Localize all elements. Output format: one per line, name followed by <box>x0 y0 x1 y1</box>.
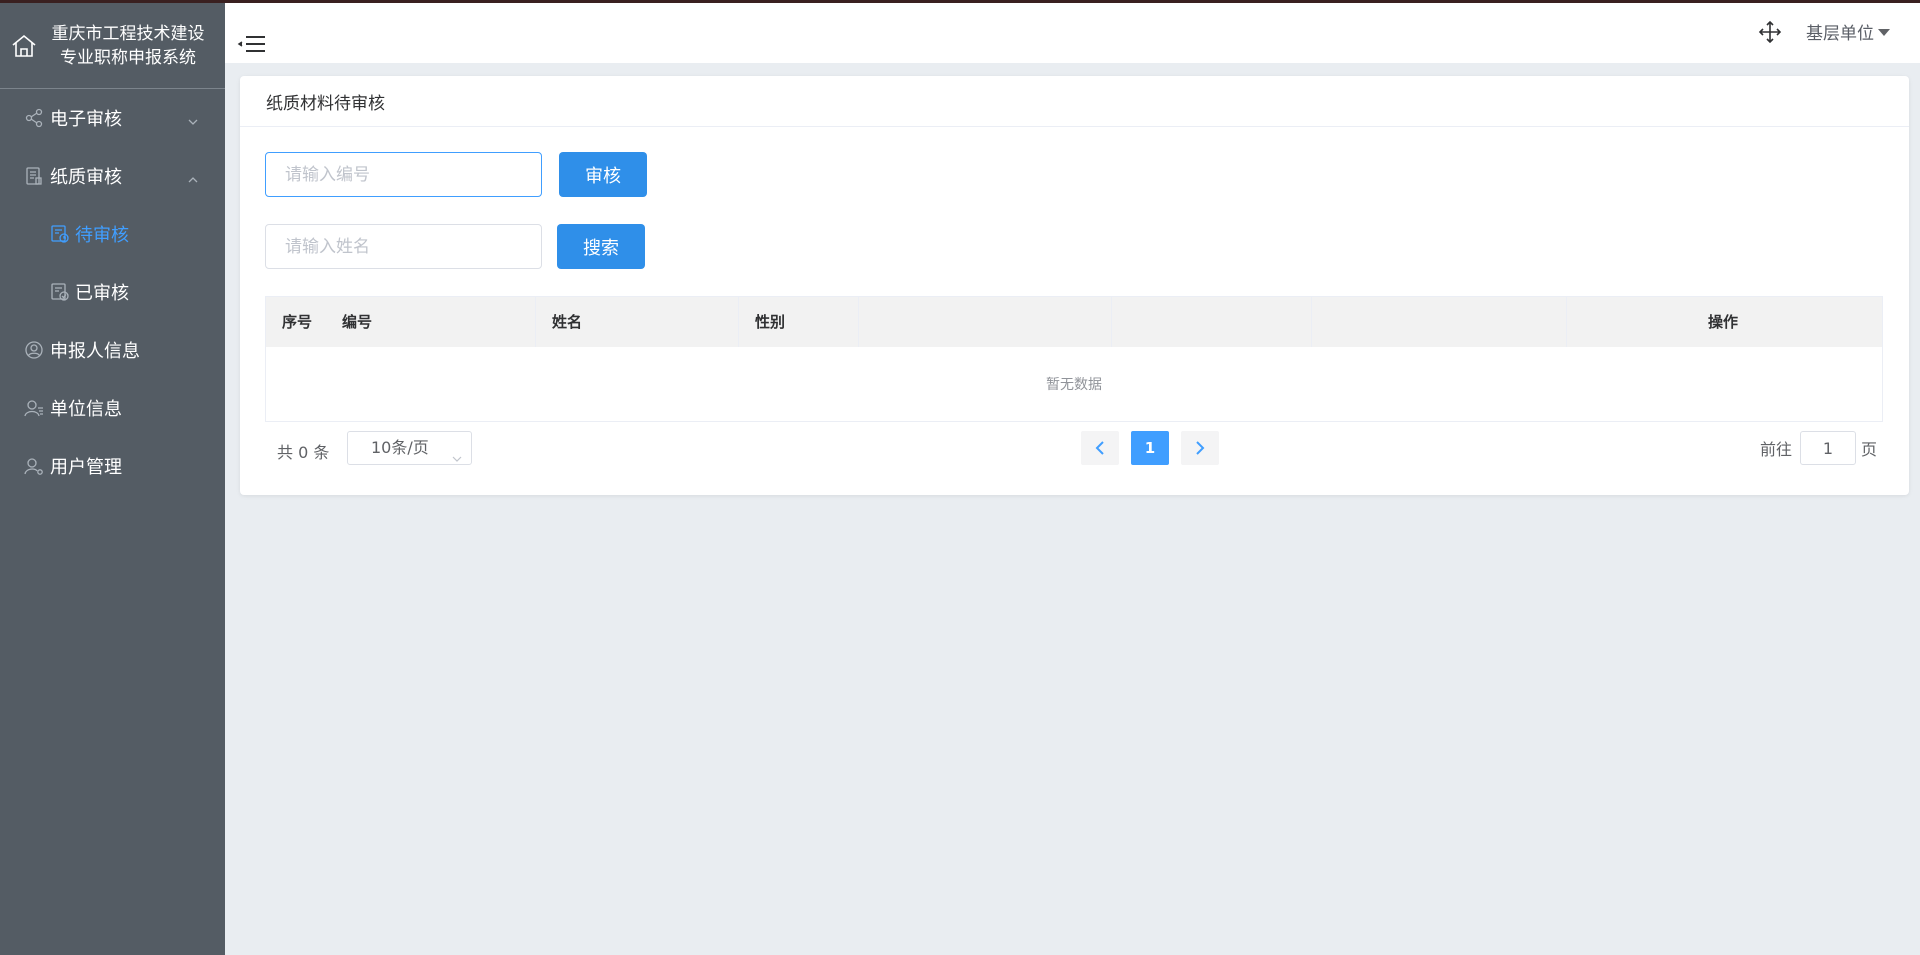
sidebar-item-label: 用户管理 <box>50 457 122 478</box>
home-icon[interactable] <box>10 32 38 60</box>
sidebar-item-label: 单位信息 <box>50 399 122 420</box>
sidebar-item-label: 申报人信息 <box>50 341 140 362</box>
chevron-right-icon <box>1196 441 1205 455</box>
goto-page: 前往 页 <box>1760 431 1877 465</box>
page-size-select[interactable]: 10条/页 <box>347 431 472 465</box>
header-actions: 基层单位 <box>1758 19 1890 44</box>
share-nodes-icon <box>24 108 44 128</box>
sidebar-item-paper-review[interactable]: 纸质审核 <box>0 147 225 205</box>
brand: 重庆市工程技术建设专业职称申报系统 <box>0 3 225 89</box>
sidebar-item-user-management[interactable]: 用户管理 <box>0 437 225 495</box>
name-input[interactable] <box>265 224 542 269</box>
goto-suffix: 页 <box>1860 440 1877 459</box>
sidebar: 重庆市工程技术建设专业职称申报系统 电子审核 纸质审核 待审核 已审核 申报人信… <box>0 3 225 955</box>
column-header-name: 姓名 <box>536 297 739 347</box>
chevron-up-icon <box>187 170 199 183</box>
card-title: 纸质材料待审核 <box>240 76 1909 127</box>
checked-doc-icon <box>50 282 70 302</box>
next-page-button[interactable] <box>1181 431 1219 465</box>
sidebar-item-electronic-review[interactable]: 电子审核 <box>0 89 225 147</box>
column-header-blank <box>1312 297 1567 347</box>
main-card: 纸质材料待审核 审核 搜索 序号 编号 姓名 性别 操作 暂无数据 共 0 条 … <box>240 76 1909 495</box>
page-size-value: 10条/页 <box>371 438 429 457</box>
search-button[interactable]: 搜索 <box>557 224 645 269</box>
pagination: 共 0 条 10条/页 1 前往 页 <box>265 431 1883 467</box>
sidebar-subitem-pending[interactable]: 待审核 <box>0 205 225 263</box>
column-header-code: 编号 <box>326 297 536 347</box>
document-icon <box>24 166 44 186</box>
chevron-down-icon <box>452 443 462 462</box>
user-circle-icon <box>24 340 44 360</box>
column-header-blank <box>1112 297 1312 347</box>
caret-down-icon <box>1878 29 1890 36</box>
page-number-current[interactable]: 1 <box>1131 431 1169 465</box>
user-label: 基层单位 <box>1806 24 1874 44</box>
table-empty-text: 暂无数据 <box>1046 377 1102 393</box>
column-header-blank <box>859 297 1112 347</box>
code-input[interactable] <box>265 152 542 197</box>
sidebar-item-label: 电子审核 <box>50 109 122 130</box>
sidebar-subitem-label: 待审核 <box>75 225 129 246</box>
sidebar-menu: 电子审核 纸质审核 待审核 已审核 申报人信息 单位信息 用户管理 <box>0 89 225 495</box>
user-list-icon <box>24 398 44 418</box>
sidebar-subitem-reviewed[interactable]: 已审核 <box>0 263 225 321</box>
table-header: 序号 编号 姓名 性别 操作 <box>266 297 1882 347</box>
goto-label: 前往 <box>1759 440 1792 459</box>
pending-doc-icon <box>50 224 70 244</box>
goto-page-input[interactable] <box>1799 431 1856 465</box>
app-title: 重庆市工程技术建设专业职称申报系统 <box>51 23 205 68</box>
data-table: 序号 编号 姓名 性别 操作 暂无数据 <box>265 296 1883 422</box>
pager: 1 <box>1081 431 1219 465</box>
sidebar-item-label: 纸质审核 <box>50 167 122 188</box>
column-header-gender: 性别 <box>739 297 859 347</box>
column-header-index: 序号 <box>282 313 313 331</box>
chevron-left-icon <box>1095 441 1104 455</box>
user-gear-icon <box>24 456 44 476</box>
chevron-down-icon <box>187 112 199 125</box>
fullscreen-move-icon[interactable] <box>1758 20 1782 44</box>
sidebar-item-applicant-info[interactable]: 申报人信息 <box>0 321 225 379</box>
pagination-total: 共 0 条 <box>277 443 330 462</box>
review-button[interactable]: 审核 <box>559 152 647 197</box>
sidebar-subitem-label: 已审核 <box>75 283 129 304</box>
search-row: 搜索 <box>265 224 645 269</box>
column-header-actions: 操作 <box>1707 313 1738 331</box>
prev-page-button[interactable] <box>1081 431 1119 465</box>
review-row: 审核 <box>265 152 647 197</box>
top-header: 基层单位 <box>225 3 1920 63</box>
sidebar-item-unit-info[interactable]: 单位信息 <box>0 379 225 437</box>
user-dropdown[interactable]: 基层单位 <box>1806 19 1890 44</box>
collapse-menu-icon[interactable] <box>237 33 267 55</box>
